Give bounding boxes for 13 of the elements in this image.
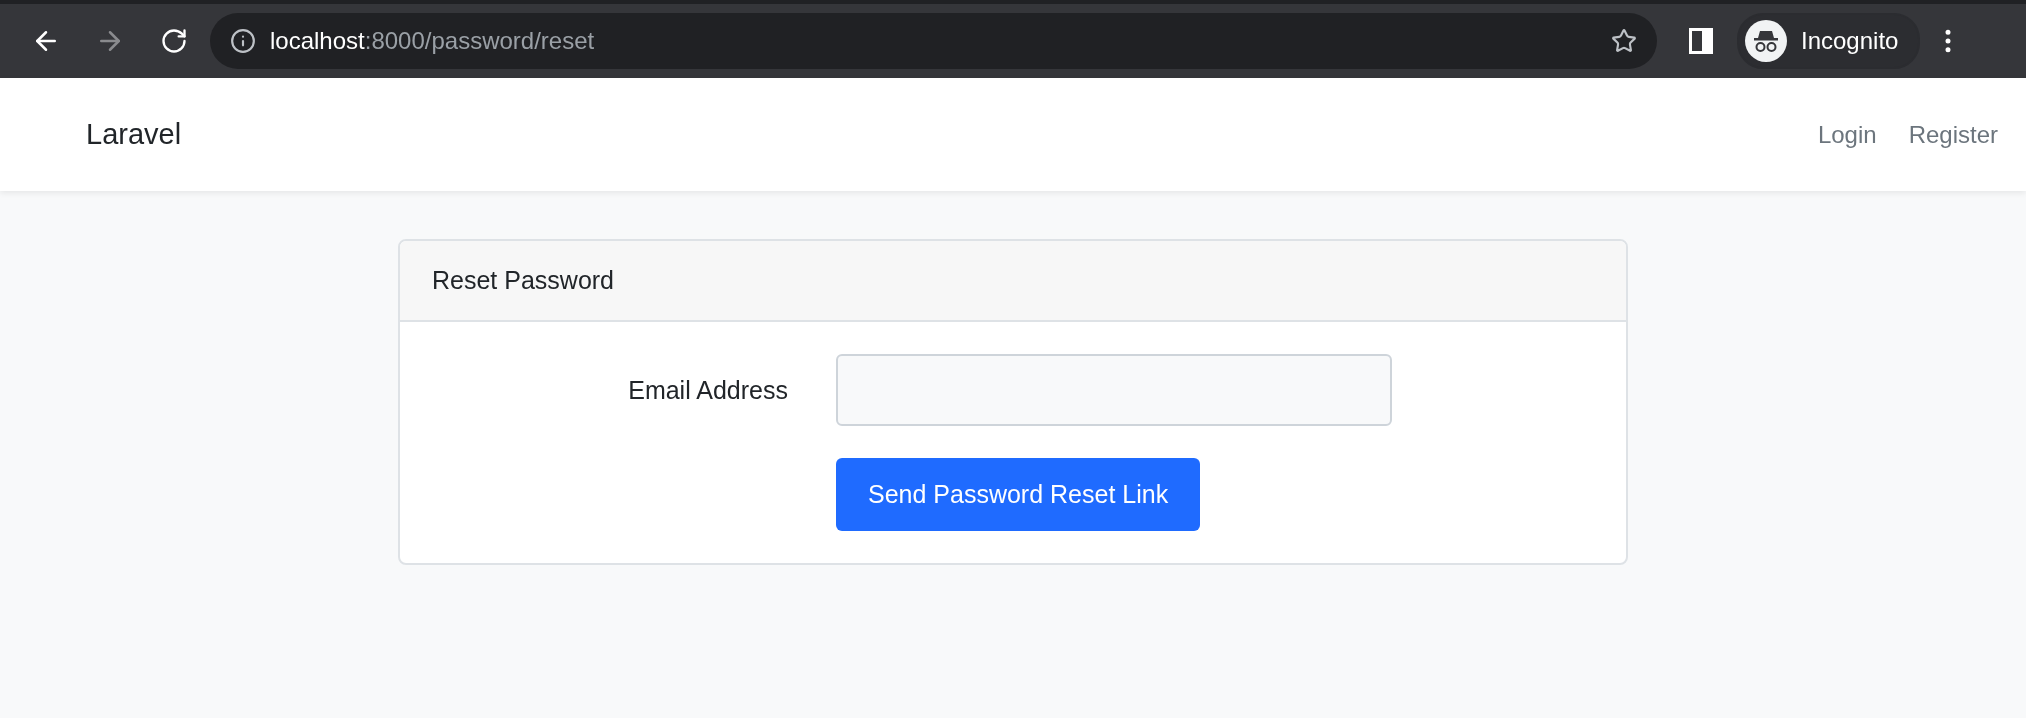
incognito-icon [1745,20,1787,62]
email-field[interactable] [836,354,1392,426]
star-icon[interactable] [1611,28,1637,54]
nav-link[interactable]: Register [1908,120,1998,149]
brand-link[interactable]: Laravel [86,118,182,151]
info-icon[interactable] [230,28,256,54]
submit-button[interactable]: Send Password Reset Link [836,458,1201,531]
card-title: Reset Password [432,266,615,295]
nav-link[interactable]: Login [1817,120,1877,149]
url-text: localhost:8000/password/reset [270,27,596,55]
email-label: Email Address [628,375,788,405]
address-bar[interactable]: localhost:8000/password/reset [210,13,1657,69]
profile-button[interactable]: Incognito [1737,13,1921,69]
